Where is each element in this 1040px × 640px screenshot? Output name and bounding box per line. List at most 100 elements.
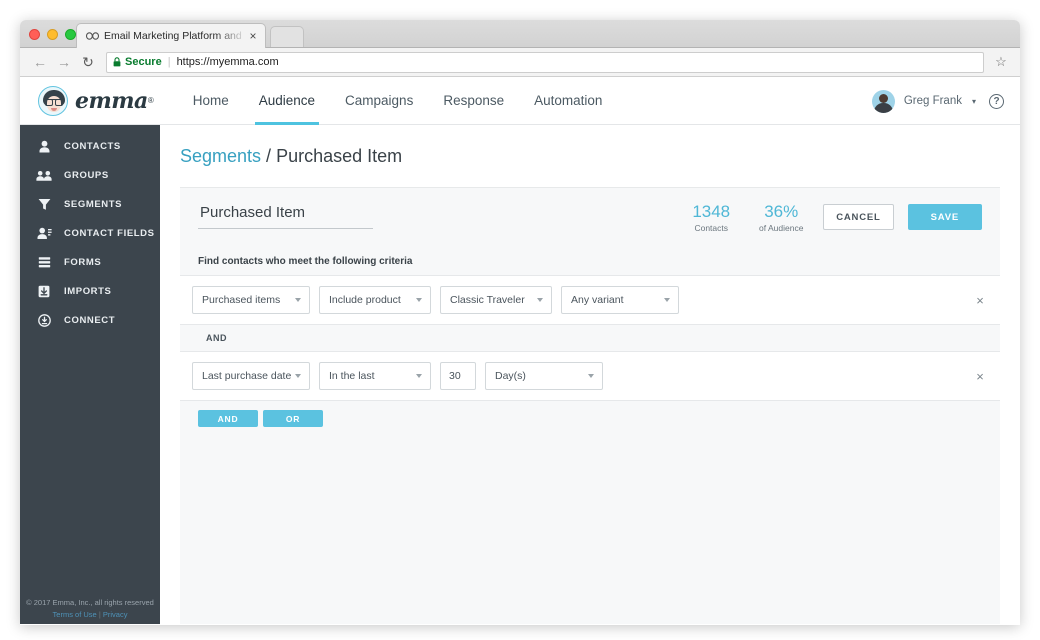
main-content: Segments / Purchased Item 1348 Contacts [160, 125, 1020, 624]
sidebar-label-contact-fields: CONTACT FIELDS [64, 228, 155, 239]
user-name-label: Greg Frank [903, 95, 962, 107]
criteria-unit-value-2: Day(s) [495, 370, 526, 382]
breadcrumb-current: Purchased Item [276, 145, 403, 166]
stat-audience-label: of Audience [759, 223, 804, 233]
chevron-down-icon [295, 374, 301, 378]
bookmark-star-icon[interactable]: ☆ [990, 52, 1012, 73]
people-icon [34, 170, 54, 182]
back-icon[interactable]: ← [28, 50, 52, 74]
criteria-variant-select-1[interactable]: Any variant [561, 286, 679, 314]
nav-link-response[interactable]: Response [428, 77, 519, 125]
criteria-field-value-2: Last purchase date [202, 370, 292, 382]
stat-audience-value: 36% [764, 202, 799, 221]
sidebar-item-imports[interactable]: IMPORTS [20, 277, 160, 306]
segment-name-input[interactable] [198, 204, 373, 229]
browser-tab[interactable]: Email Marketing Platform and × [76, 23, 266, 48]
criteria-variant-value-1: Any variant [571, 294, 624, 306]
connect-icon [34, 314, 54, 327]
avatar [871, 89, 895, 113]
maximize-window-button[interactable] [65, 29, 76, 40]
criteria-amount-input-2[interactable] [440, 362, 476, 390]
save-button[interactable]: SAVE [907, 204, 982, 230]
chevron-down-icon [537, 298, 543, 302]
app-body: CONTACTS GROUPS SEGMENTS CONTACT FIELDS … [20, 125, 1020, 624]
address-bar[interactable]: Secure | https://myemma.com [106, 51, 984, 73]
sidebar-item-contacts[interactable]: CONTACTS [20, 132, 160, 161]
cancel-button[interactable]: CANCEL [823, 204, 894, 230]
new-tab-button[interactable] [270, 26, 304, 47]
lock-icon [113, 57, 121, 67]
secure-label: Secure [125, 56, 162, 68]
person-icon [34, 140, 54, 153]
sidebar-footer: © 2017 Emma, Inc., all rights reserved T… [20, 597, 160, 620]
criteria-operator-select-2[interactable]: In the last [319, 362, 431, 390]
nav-link-audience[interactable]: Audience [244, 77, 330, 125]
chevron-down-icon[interactable]: ▾ [972, 97, 976, 106]
criteria-unit-select-2[interactable]: Day(s) [485, 362, 603, 390]
sidebar-label-imports: IMPORTS [64, 286, 112, 297]
address-separator: | [167, 56, 171, 68]
brand-wordmark: emma [75, 87, 148, 114]
nav-link-campaigns[interactable]: Campaigns [330, 77, 428, 125]
criteria-field-value-1: Purchased items [202, 294, 281, 306]
add-criteria-buttons: AND OR [180, 401, 1000, 427]
chevron-down-icon [416, 374, 422, 378]
sidebar-label-segments: SEGMENTS [64, 199, 123, 210]
remove-criteria-row-1-icon[interactable]: × [972, 292, 988, 308]
add-or-button[interactable]: OR [263, 410, 323, 427]
criteria-product-value-1: Classic Traveler [450, 294, 525, 306]
criteria-operator-select-1[interactable]: Include product [319, 286, 431, 314]
emma-logo[interactable]: emma ® [38, 85, 154, 116]
segment-editor-panel: 1348 Contacts 36% of Audience CANCEL SAV… [180, 187, 1000, 624]
terms-of-use-link[interactable]: Terms of Use [53, 610, 97, 619]
app-top-navigation: emma ® Home Audience Campaigns Response … [20, 77, 1020, 125]
sidebar-item-forms[interactable]: FORMS [20, 248, 160, 277]
conjunction-label-and: AND [180, 325, 1000, 351]
brand-trademark: ® [147, 96, 154, 105]
close-window-button[interactable] [29, 29, 40, 40]
nav-link-automation[interactable]: Automation [519, 77, 617, 125]
browser-window: Email Marketing Platform and × ← → ↻ Sec… [20, 20, 1020, 625]
breadcrumb-link-segments[interactable]: Segments [180, 146, 261, 167]
chevron-down-icon [664, 298, 670, 302]
breadcrumb-separator: / [266, 145, 272, 166]
criteria-row-1: Purchased items Include product Classic … [180, 275, 1000, 325]
forward-icon[interactable]: → [52, 50, 76, 74]
sidebar-item-contact-fields[interactable]: CONTACT FIELDS [20, 219, 160, 248]
criteria-operator-value-2: In the last [329, 370, 375, 382]
remove-criteria-row-2-icon[interactable]: × [972, 368, 988, 384]
sidebar-label-forms: FORMS [64, 257, 102, 268]
url-text: https://myemma.com [176, 56, 279, 68]
reload-icon[interactable]: ↻ [76, 50, 100, 74]
footer-link-separator: | [98, 610, 101, 619]
criteria-product-select-1[interactable]: Classic Traveler [440, 286, 552, 314]
sidebar-item-segments[interactable]: SEGMENTS [20, 190, 160, 219]
sidebar-item-groups[interactable]: GROUPS [20, 161, 160, 190]
criteria-heading: Find contacts who meet the following cri… [198, 256, 413, 267]
privacy-link[interactable]: Privacy [103, 610, 128, 619]
criteria-field-select-1[interactable]: Purchased items [192, 286, 310, 314]
person-edit-icon [34, 227, 54, 240]
copyright-text: © 2017 Emma, Inc., all rights reserved [26, 598, 154, 607]
stat-contacts-label: Contacts [694, 223, 728, 233]
nav-link-home[interactable]: Home [178, 77, 244, 125]
sidebar-label-groups: GROUPS [64, 170, 109, 181]
forms-icon [34, 256, 54, 269]
link-icon [85, 30, 99, 42]
add-and-button[interactable]: AND [198, 410, 258, 427]
stat-audience: 36% of Audience [753, 200, 809, 233]
chevron-down-icon [295, 298, 301, 302]
segment-editor-header: 1348 Contacts 36% of Audience CANCEL SAV… [180, 188, 1000, 256]
user-menu[interactable]: Greg Frank ▾ ? [871, 77, 1004, 125]
help-icon[interactable]: ? [989, 93, 1004, 109]
stat-contacts: 1348 Contacts [683, 200, 739, 233]
sidebar-item-connect[interactable]: CONNECT [20, 306, 160, 335]
close-icon[interactable]: × [247, 30, 259, 42]
stat-contacts-value: 1348 [692, 202, 731, 221]
import-icon [34, 285, 54, 298]
minimize-window-button[interactable] [47, 29, 58, 40]
emma-avatar-icon [38, 85, 68, 116]
criteria-field-select-2[interactable]: Last purchase date [192, 362, 310, 390]
browser-tab-strip: Email Marketing Platform and × [20, 20, 1020, 48]
primary-nav: Home Audience Campaigns Response Automat… [178, 77, 618, 125]
